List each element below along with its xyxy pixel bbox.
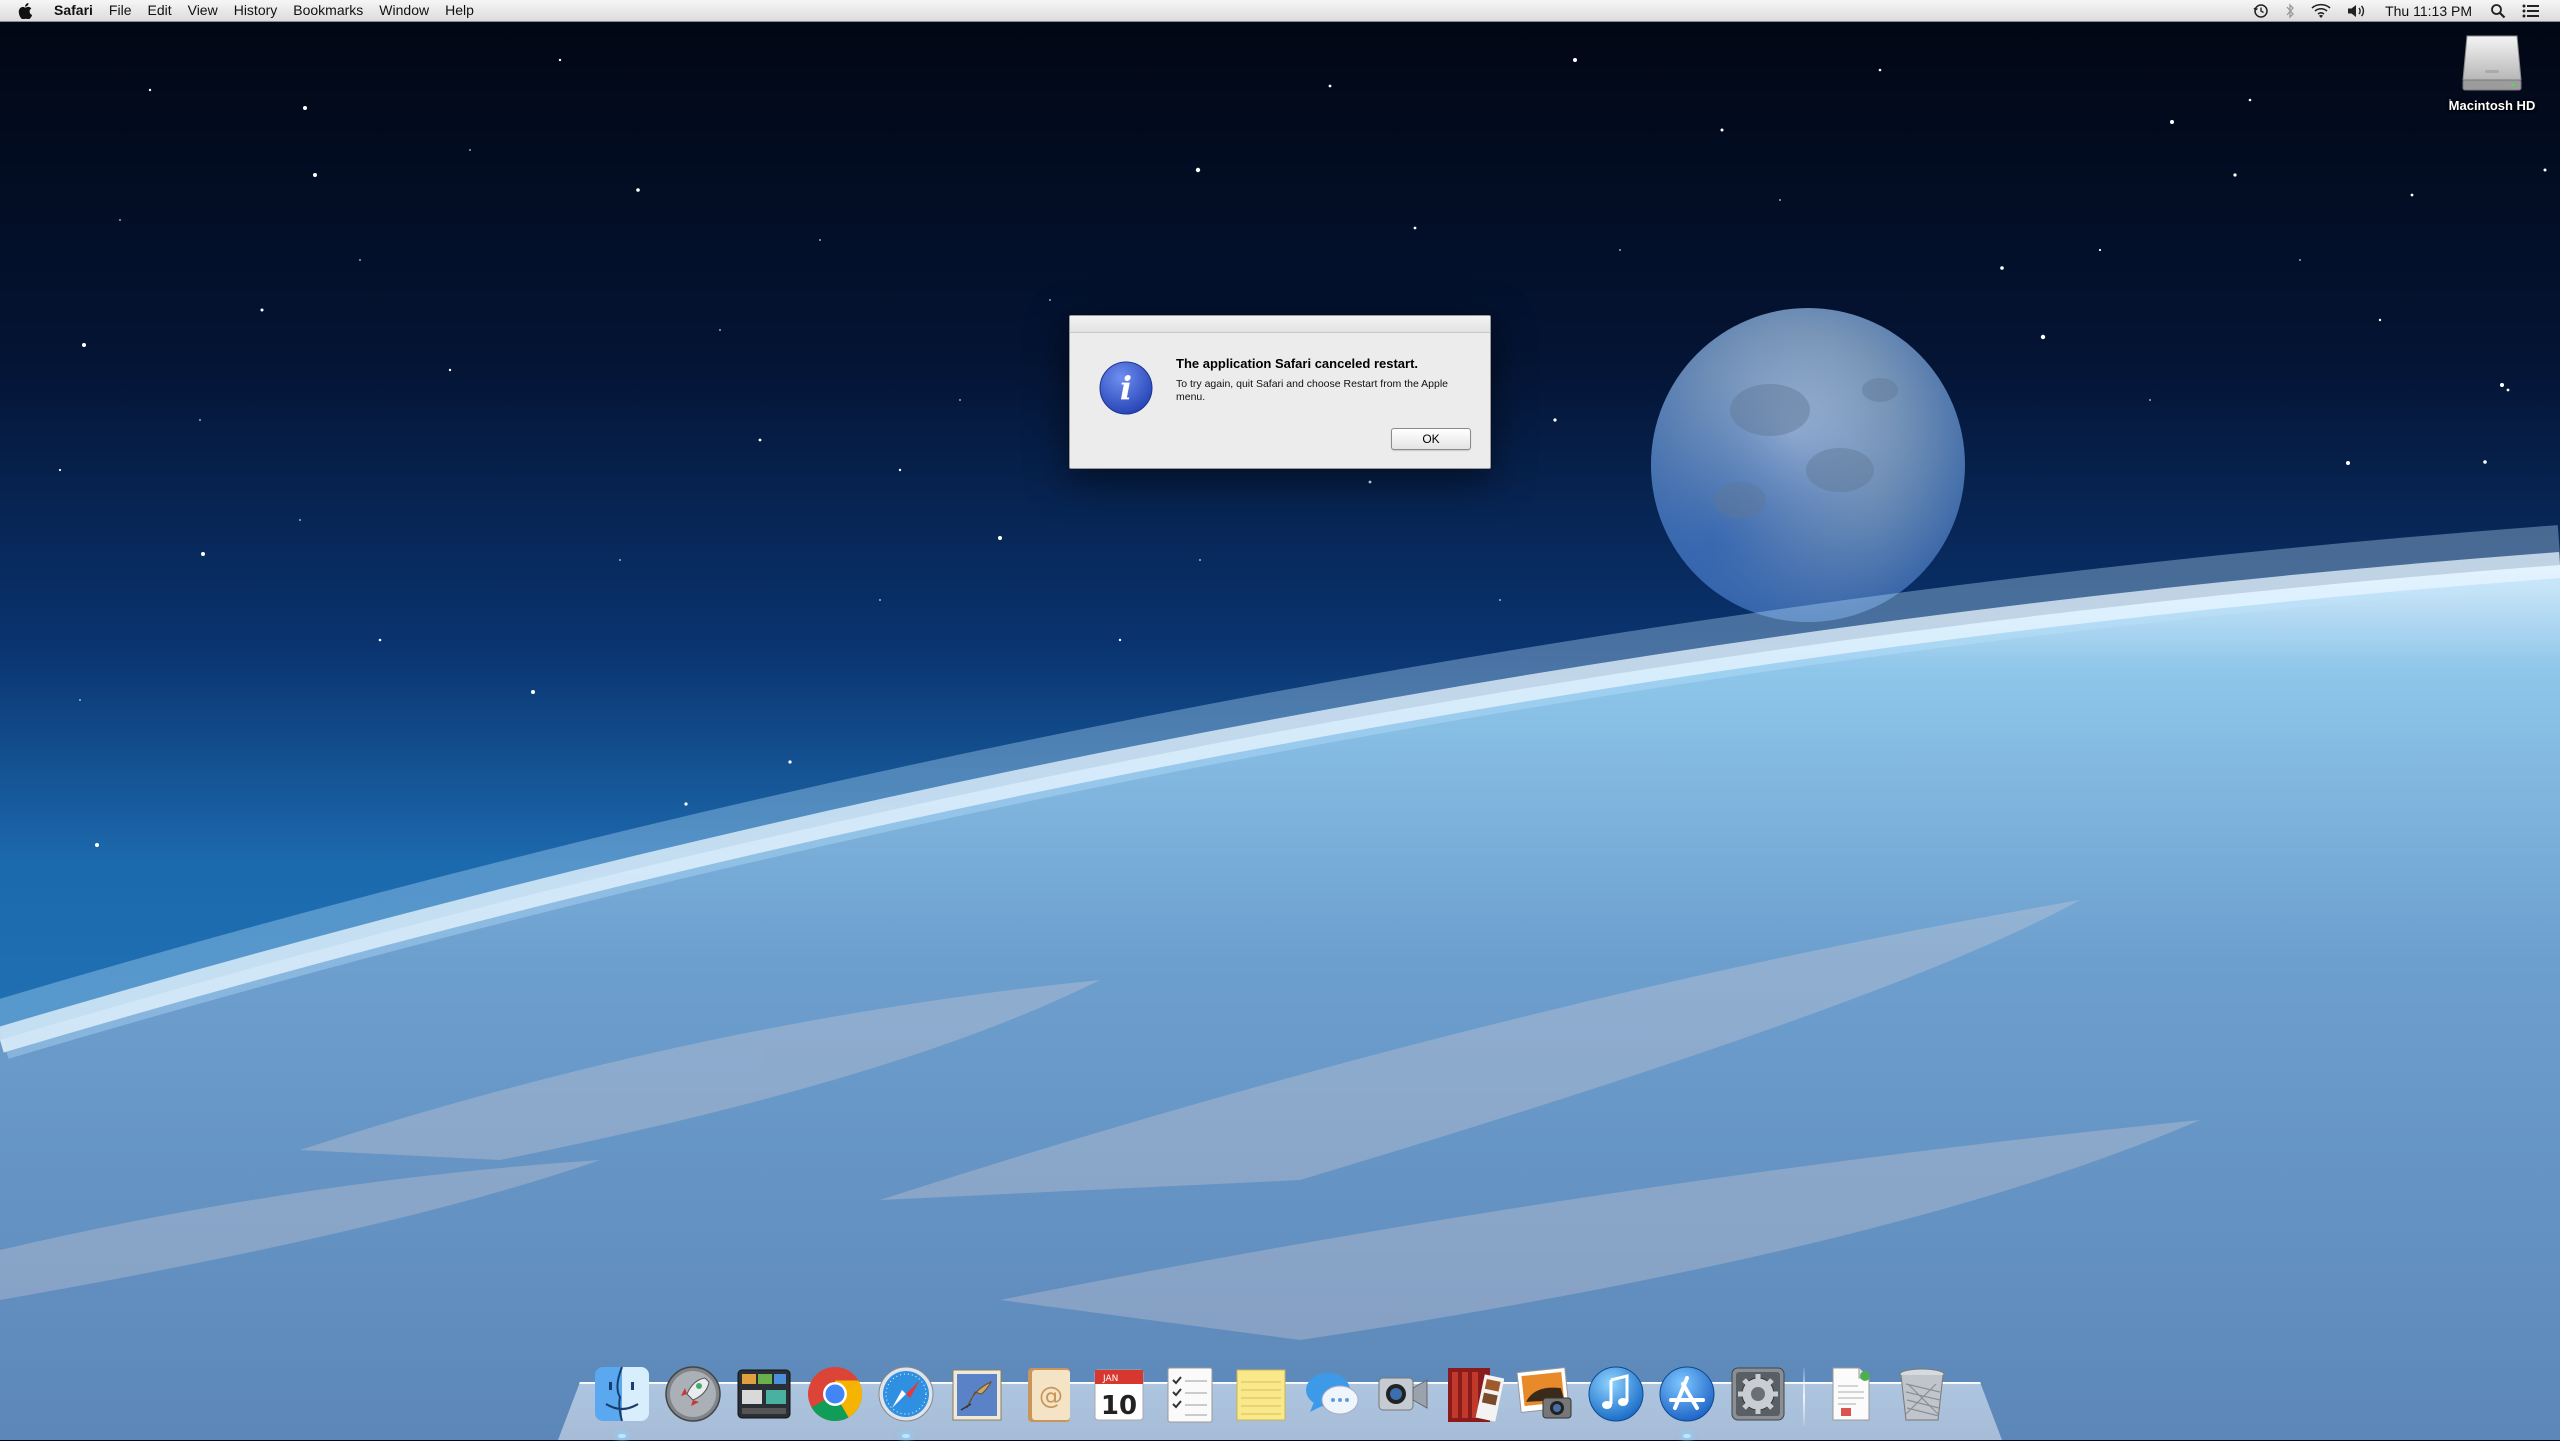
svg-text:JAN: JAN [1102,1374,1118,1384]
itunes-icon [1588,1366,1644,1422]
dock-app-store[interactable] [1655,1362,1719,1438]
dock: @ JAN 10 [0,1340,2560,1440]
menu-edit[interactable]: Edit [139,0,179,21]
info-icon: i [1099,361,1153,415]
photo-booth-icon [1448,1368,1504,1422]
dock-calendar[interactable]: JAN 10 [1087,1362,1151,1426]
dialog-title: The application Safari canceled restart. [1176,356,1419,371]
finder-icon [595,1366,649,1422]
dock-photo-booth[interactable] [1442,1362,1506,1426]
dialog-message: To try again, quit Safari and choose Res… [1176,378,1448,403]
menu-app-name[interactable]: Safari [50,0,101,21]
menu-help[interactable]: Help [437,0,482,21]
menu-history[interactable]: History [226,0,286,21]
dock-items: @ JAN 10 [590,1356,1961,1438]
dock-notes[interactable] [1229,1362,1293,1426]
dock-mail[interactable] [945,1362,1009,1426]
menu-window[interactable]: Window [371,0,437,21]
system-preferences-icon [1731,1367,1785,1421]
time-machine-icon[interactable] [2253,0,2269,21]
dock-system-preferences[interactable] [1726,1362,1790,1426]
dialog-titlebar [1070,316,1490,333]
svg-text:i: i [1120,369,1132,407]
mission-control-icon [737,1369,791,1419]
menu-view[interactable]: View [180,0,226,21]
notification-center-icon[interactable] [2522,0,2540,21]
menu-file[interactable]: File [101,0,140,21]
hard-drive-icon [2462,35,2522,91]
dock-separator [1803,1368,1805,1426]
running-indicator [618,1434,626,1438]
contacts-icon: @ [1028,1368,1070,1422]
dock-contacts[interactable]: @ [1016,1362,1080,1426]
spotlight-search-icon[interactable] [2490,0,2506,21]
dock-safari[interactable] [874,1362,938,1438]
calendar-icon: JAN 10 [1094,1369,1144,1421]
dock-finder[interactable] [590,1362,654,1438]
dock-launchpad[interactable] [661,1362,725,1426]
dock-mission-control[interactable] [732,1362,796,1426]
desktop-icon-macintosh-hd[interactable]: Macintosh HD [2432,30,2552,113]
dock-trash[interactable] [1890,1362,1954,1426]
launchpad-icon [665,1366,721,1422]
messages-icon [1306,1373,1359,1415]
app-store-icon [1659,1366,1715,1422]
facetime-icon [1378,1377,1428,1411]
running-indicator [1683,1434,1691,1438]
document-icon [1832,1367,1870,1421]
bluetooth-icon[interactable] [2285,0,2295,21]
desktop-wallpaper [0,0,2560,1440]
mail-icon [952,1369,1002,1421]
dock-messages[interactable] [1300,1362,1364,1426]
menu-bookmarks[interactable]: Bookmarks [285,0,371,21]
ok-button[interactable]: OK [1391,428,1471,450]
dock-iphoto[interactable] [1513,1362,1577,1426]
chrome-icon [808,1367,862,1422]
volume-icon[interactable] [2347,0,2367,21]
desktop-icon-label: Macintosh HD [2448,98,2536,113]
notes-icon [1236,1369,1286,1421]
svg-text:10: 10 [1101,1391,1137,1421]
svg-text:@: @ [1039,1382,1063,1410]
menu-bar: Safari File Edit View History Bookmarks … [0,0,2560,22]
dock-itunes[interactable] [1584,1362,1648,1426]
dock-facetime[interactable] [1371,1362,1435,1426]
trash-icon [1899,1368,1945,1421]
reminders-icon [1167,1367,1213,1423]
dock-reminders[interactable] [1158,1362,1222,1426]
wifi-icon[interactable] [2311,0,2331,21]
alert-dialog: i The application Safari canceled restar… [1069,315,1491,469]
safari-icon [878,1366,934,1422]
dock-document[interactable] [1819,1362,1883,1426]
iphoto-icon [1516,1367,1572,1419]
dock-chrome[interactable] [803,1362,867,1426]
menubar-clock[interactable]: Thu 11:13 PM [2385,3,2472,19]
apple-logo-icon[interactable] [16,0,34,21]
running-indicator [902,1434,910,1438]
